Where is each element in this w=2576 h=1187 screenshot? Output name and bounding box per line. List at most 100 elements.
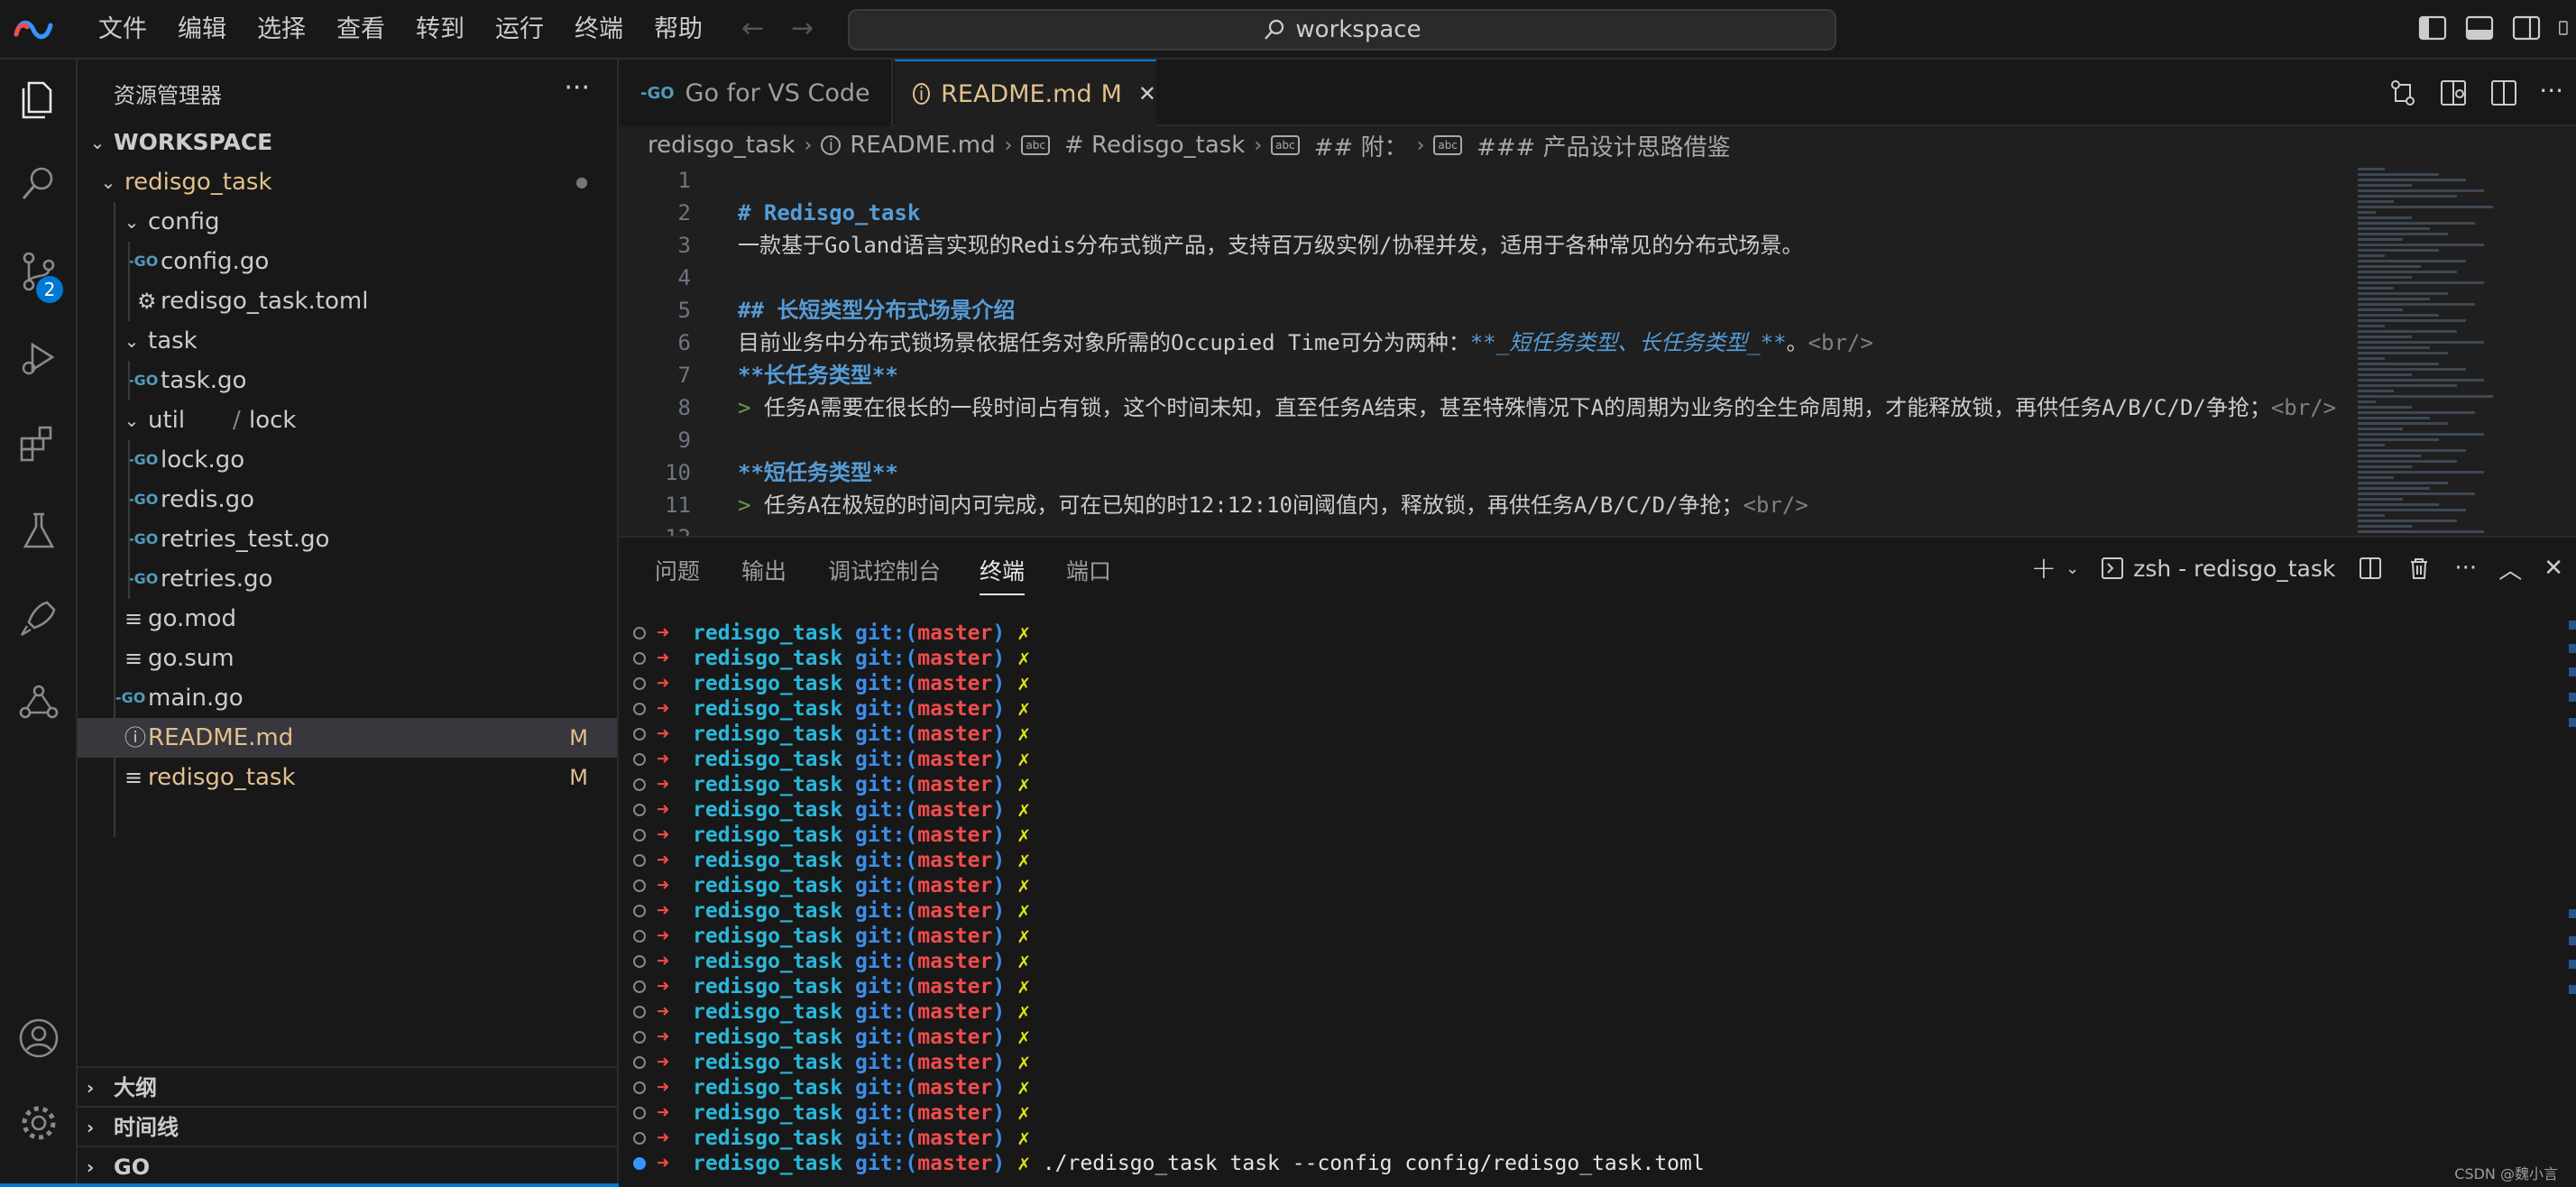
remote-explorer-icon[interactable] [16, 595, 61, 640]
command-decoration-icon[interactable] [633, 930, 646, 943]
tree-item[interactable]: -GO main.go [78, 678, 617, 718]
command-decoration-icon[interactable] [633, 652, 646, 665]
chevron-down-icon[interactable]: ⌄ [2065, 559, 2079, 578]
tree-item[interactable]: ≡ redisgo_task M [78, 758, 617, 797]
account-icon[interactable] [16, 1016, 61, 1061]
terminal-selector[interactable]: zsh - redisgo_task [2101, 556, 2335, 582]
menu-item[interactable]: 转到 [400, 0, 480, 60]
tree-item[interactable]: -GO task.go [78, 361, 617, 400]
panel-tab[interactable]: 端口 [1066, 554, 1111, 586]
more-actions-icon[interactable]: ··· [2539, 78, 2563, 108]
tab-readme[interactable]: i README.md M ✕ [895, 60, 1156, 126]
more-actions-icon[interactable]: ··· [564, 72, 590, 104]
breadcrumb-heading-1[interactable]: # Redisgo_task [1064, 132, 1245, 159]
command-decoration-icon[interactable] [633, 1031, 646, 1044]
tree-item[interactable]: -GO lock.go [78, 440, 617, 480]
sidebar-section-header[interactable]: › 大纲 [78, 1066, 617, 1106]
go-file-icon: -GO [128, 253, 159, 270]
split-terminal-icon[interactable] [2357, 555, 2384, 582]
toggle-secondary-sidebar-icon[interactable] [2511, 13, 2542, 43]
command-decoration-icon[interactable] [633, 778, 646, 791]
extensions-icon[interactable] [16, 420, 61, 465]
command-decoration-icon[interactable] [633, 677, 646, 690]
menu-item[interactable]: 选择 [242, 0, 321, 60]
breadcrumb-heading-2[interactable]: ## 附： [1314, 129, 1408, 162]
panel-tab[interactable]: 问题 [655, 554, 700, 586]
panel-tab[interactable]: 终端 [980, 554, 1025, 586]
command-decoration-icon[interactable] [633, 753, 646, 766]
workspace-header[interactable]: ⌄ WORKSPACE [78, 123, 617, 162]
menu-item[interactable]: 帮助 [639, 0, 718, 60]
command-decoration-icon[interactable] [633, 1107, 646, 1119]
prompt-arrow: ➜ [657, 798, 669, 822]
tree-item[interactable]: -GO config.go [78, 242, 617, 281]
tree-item[interactable]: ⚙ redisgo_task.toml [78, 281, 617, 321]
command-decoration-icon[interactable] [633, 1157, 646, 1170]
tab-go-for-vscode[interactable]: -GO Go for VS Code [619, 60, 893, 126]
tree-item[interactable]: ≡ go.sum [78, 639, 617, 678]
menu-item[interactable]: 终端 [559, 0, 639, 60]
tree-item[interactable]: ⌄ config [78, 202, 617, 242]
run-debug-icon[interactable] [16, 336, 61, 381]
terminal-output[interactable]: ➜ redisgo_task git:(master) ✗ ➜ redisgo_tas… [619, 621, 2576, 1187]
testing-icon[interactable] [16, 509, 61, 554]
command-decoration-icon[interactable] [633, 1056, 646, 1069]
command-decoration-icon[interactable] [633, 728, 646, 741]
code-editor[interactable]: 1 2 # Redisgo_task 3 一款基于Goland语言实现的Redis分布式… [619, 164, 2351, 536]
tree-item[interactable]: -GO redis.go [78, 480, 617, 520]
menu-item[interactable]: 文件 [83, 0, 162, 60]
command-decoration-icon[interactable] [633, 829, 646, 842]
command-decoration-icon[interactable] [633, 1081, 646, 1094]
breadcrumb-file[interactable]: README.md [850, 132, 995, 159]
code-content: 一款基于Goland语言实现的Redis分布式锁产品，支持百万级实例/协程并发，… [738, 229, 1803, 262]
toggle-panel-icon[interactable] [2464, 13, 2495, 43]
forward-arrow-icon[interactable]: → [791, 13, 814, 44]
more-actions-icon[interactable]: ··· [2454, 555, 2477, 582]
customize-layout-icon[interactable] [2558, 13, 2576, 43]
command-decoration-icon[interactable] [633, 980, 646, 993]
command-decoration-icon[interactable] [633, 1006, 646, 1018]
breadcrumb-heading-3[interactable]: ### 产品设计思路借鉴 [1477, 129, 1731, 162]
tree-item[interactable]: ⌄ task [78, 321, 617, 361]
compare-changes-icon[interactable] [2387, 78, 2418, 108]
tree-item[interactable]: ⌄ util / lock [78, 400, 617, 440]
command-decoration-icon[interactable] [633, 703, 646, 715]
tree-item[interactable]: -GO retries_test.go [78, 520, 617, 559]
minimap[interactable] [2351, 164, 2576, 544]
split-editor-icon[interactable] [2489, 78, 2519, 108]
command-decoration-icon[interactable] [633, 879, 646, 892]
tree-item[interactable]: ⌄ redisgo_task ● [78, 162, 617, 202]
search-icon[interactable] [16, 161, 61, 206]
settings-gear-icon[interactable] [16, 1100, 61, 1146]
command-decoration-icon[interactable] [633, 804, 646, 816]
git-graph-icon[interactable] [16, 680, 61, 725]
new-terminal-icon[interactable]: + [2031, 550, 2057, 586]
trash-icon[interactable] [2406, 555, 2433, 582]
command-decoration-icon[interactable] [633, 1132, 646, 1145]
panel-tab[interactable]: 调试控制台 [828, 554, 941, 586]
tree-item[interactable]: ≡ go.mod [78, 599, 617, 639]
tree-item[interactable]: ⓘ README.md M [78, 718, 617, 758]
menu-item[interactable]: 查看 [321, 0, 400, 60]
command-decoration-icon[interactable] [633, 854, 646, 867]
panel-tab[interactable]: 输出 [741, 554, 787, 586]
prompt-arrow: ➜ [657, 849, 669, 872]
command-decoration-icon[interactable] [633, 955, 646, 968]
maximize-panel-icon[interactable]: ︿ [2498, 552, 2522, 585]
back-arrow-icon[interactable]: ← [741, 13, 764, 44]
toggle-primary-sidebar-icon[interactable] [2417, 13, 2448, 43]
explorer-icon[interactable] [16, 78, 61, 123]
sidebar-section-header[interactable]: › 时间线 [78, 1106, 617, 1146]
command-center[interactable]: workspace [848, 9, 1836, 51]
command-decoration-icon[interactable] [633, 905, 646, 917]
sidebar-section-header[interactable]: › GO [78, 1146, 617, 1185]
close-panel-icon[interactable]: ✕ [2544, 555, 2563, 582]
menu-item[interactable]: 运行 [480, 0, 559, 60]
close-icon[interactable]: ✕ [1138, 81, 1156, 106]
tree-item[interactable]: -GO retries.go [78, 559, 617, 599]
terminal-scrollbar[interactable] [2567, 621, 2576, 1187]
menu-item[interactable]: 编辑 [162, 0, 242, 60]
breadcrumb-folder[interactable]: redisgo_task [648, 132, 796, 159]
command-decoration-icon[interactable] [633, 627, 646, 640]
open-preview-icon[interactable] [2438, 78, 2469, 108]
